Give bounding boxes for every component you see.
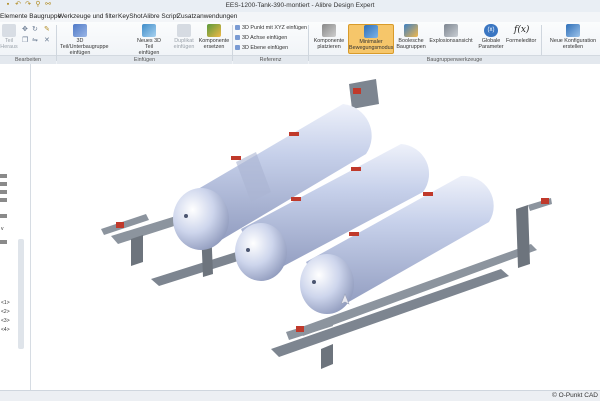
ribbon-button-teil[interactable]: Teil Heraus [0,24,18,50]
menu-keyshot[interactable]: KeyShot [118,13,143,20]
mirror-icon[interactable]: ⇋ [32,36,38,44]
menu-alibre-script[interactable]: Alibre Script [143,13,178,20]
exploded-view-button[interactable]: Explosionsansicht [429,24,473,44]
insert-part-icon [73,24,87,37]
status-bar: © O-Punkt CAD [0,390,600,401]
new-3d-part-button[interactable]: Neues 3D Teil einfügen [137,24,161,56]
duplicate-icon [177,24,191,37]
formula-editor-button[interactable]: f(x) Formeleditor [506,24,536,44]
tree-item[interactable]: <1> [1,300,10,306]
pencil-icon[interactable]: ✎ [44,25,50,33]
tree-item[interactable]: <3> [1,318,10,324]
menu-elemente-baugruppe[interactable]: Elemente Baugruppe [0,13,61,20]
insert-plane-option[interactable]: 3D Ebene einfügen [235,45,288,51]
tank-assembly-model[interactable] [31,64,600,390]
marker [541,198,549,204]
min-motion-mode-button[interactable]: Minimaler Bewegungsmodus [348,24,394,54]
copyright-text: © O-Punkt CAD [552,392,598,399]
design-explorer-panel: v <1> <2> <3> <4> [0,64,31,390]
ribbon: Teil Heraus ✥ ↻ ✎ ❐ ⇋ ✕ 3D Teil/Unterbau… [0,22,600,65]
tree-node[interactable] [0,198,7,202]
place-icon [322,24,336,37]
replace-icon [207,24,221,37]
marker [353,88,361,94]
insert-axis-option[interactable]: 3D Achse einfügen [235,35,287,41]
tree-node[interactable] [0,240,7,244]
formula-icon: f(x) [514,25,530,35]
rotate-icon[interactable]: ↻ [32,25,38,33]
point-xyz-option[interactable]: 3D Punkt mit XYZ einfügen [235,25,307,31]
new-part-icon [142,24,156,37]
group-label-insert: Einfügen [57,55,232,64]
window-title: EES-1200-Tank-390-montiert - Alibre Desi… [225,2,375,9]
replace-component-button[interactable]: Komponente ersetzen [198,24,230,50]
menu-zusatzanwendungen[interactable]: Zusatzanwendungen [177,13,237,20]
3d-viewport[interactable] [31,64,600,390]
tree-node[interactable] [0,174,7,178]
global-params-button[interactable]: (x) Globale Parameter [478,24,504,50]
axis-icon [235,35,240,40]
global-params-icon: (x) [484,24,498,37]
boolean-assemblies-button[interactable]: Boolesche Baugruppen [396,24,426,50]
group-label-assembly-tools: Baugruppenwerkzeuge [309,55,600,64]
tree-item[interactable]: <4> [1,327,10,333]
panel-scrollbar[interactable] [18,239,24,349]
marker [116,222,124,228]
configuration-icon [566,24,580,37]
point-icon [235,25,240,30]
delete-icon[interactable]: ✕ [44,36,50,44]
marker [296,326,304,332]
group-label-edit: Bearbeiten [0,55,56,64]
plane-icon [235,45,240,50]
tree-node[interactable] [0,182,7,186]
part-icon [2,24,16,37]
copy-icon[interactable]: ❐ [22,36,28,44]
tree-item[interactable]: v [1,226,4,232]
group-label-reference: Referenz [233,55,308,64]
place-components-button[interactable]: Komponente platzieren [312,24,346,50]
motion-icon [364,25,378,38]
duplicate-button[interactable]: Duplikat einfügen [172,24,196,50]
boolean-icon [404,24,418,37]
tree-node[interactable] [0,190,7,194]
tree-node[interactable] [0,214,7,218]
insert-3d-part-button[interactable]: 3D Teil/Unterbaugruppe einfügen [60,24,109,56]
menu-werkzeuge-und-filter[interactable]: Werkzeuge und filter [58,13,118,20]
new-configuration-button[interactable]: Neue Konfiguration erstellen [548,24,598,50]
explode-icon [444,24,458,37]
move-icon[interactable]: ✥ [22,25,28,33]
tree-item[interactable]: <2> [1,309,10,315]
